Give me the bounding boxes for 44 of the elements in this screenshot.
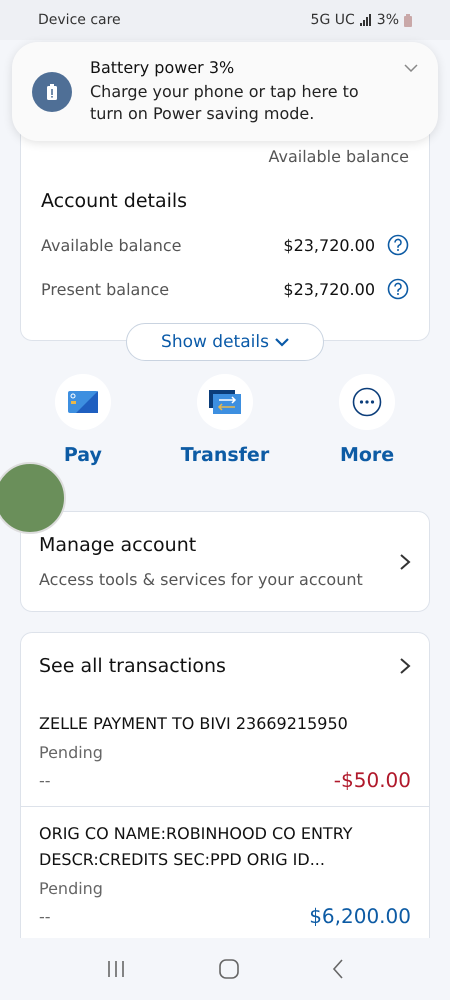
status-text: Device care [38, 12, 121, 28]
transaction-date: -- [39, 770, 51, 790]
manage-title: Manage account [39, 534, 198, 556]
transaction-description: ZELLE PAYMENT TO BIVI 23669215950 [39, 713, 349, 735]
notification-card[interactable]: Battery power 3% Charge your phone or tap here to turn on Power saving mode. [12, 42, 438, 141]
home-icon[interactable] [218, 959, 239, 979]
balance-amount: $23,720.00 [283, 236, 375, 254]
balance-caption: Available balance [268, 147, 409, 166]
transaction-description: ORIG CO NAME:ROBINHOOD CO ENTRY DESCR:CREDITS SEC:PPD ORIG ID... [39, 823, 354, 871]
transaction-status: Pending [39, 743, 104, 762]
transaction-amount: $6,200.00 [309, 904, 411, 928]
action-button[interactable]: Pay [48, 373, 117, 467]
balance-amount: $23,720.00 [283, 280, 375, 298]
action-button[interactable]: Transfer [174, 373, 276, 467]
transaction-date: -- [39, 906, 51, 926]
more-icon [352, 387, 382, 417]
network-text: 5G UC [310, 12, 355, 28]
balance-label: Available balance [41, 236, 182, 254]
notification-message: Charge your phone or tap here to turn on Power saving mode. [90, 81, 360, 125]
notification-title: Battery power 3% [90, 58, 236, 77]
signal-icon [360, 14, 372, 26]
section-title: Account details [41, 190, 188, 212]
manage-subtitle: Access tools & services for your account [39, 570, 363, 589]
transaction-amount: -$50.00 [334, 768, 411, 792]
show-details-button[interactable]: Show details [126, 323, 324, 361]
help-icon[interactable] [387, 278, 409, 300]
card-icon [68, 391, 98, 413]
battery-text: 3% [376, 12, 399, 28]
manage-account-card[interactable]: Manage account Access tools & services for your account [20, 511, 430, 612]
chevron-down-icon[interactable] [404, 64, 418, 72]
transfer-icon [208, 390, 241, 414]
back-icon[interactable] [332, 959, 344, 979]
chevron-right-icon [399, 552, 411, 570]
help-icon[interactable] [387, 234, 409, 256]
battery-icon [404, 14, 412, 26]
balance-label: Present balance [41, 280, 170, 298]
transaction-row[interactable]: ZELLE PAYMENT TO BIVI 23669215950 Pending -- -$50.00 [21, 697, 429, 807]
chevron-right-icon [399, 657, 411, 675]
chevron-down-icon [274, 338, 289, 346]
see-all-transactions-link[interactable]: See all transactions [21, 633, 429, 697]
transaction-status: Pending [39, 879, 104, 898]
action-button[interactable]: More [333, 373, 402, 467]
battery-alert-icon [32, 72, 72, 112]
recent-apps-icon[interactable] [106, 960, 126, 978]
